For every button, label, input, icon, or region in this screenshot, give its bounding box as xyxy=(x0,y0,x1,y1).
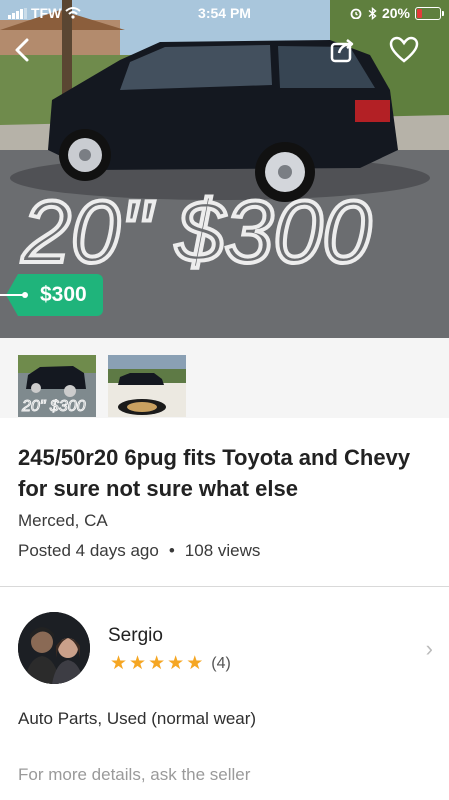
listing-title: 245/50r20 6pug fits Toyota and Chevy for… xyxy=(18,445,411,501)
thumbnail-1-overlay: 20" $300 xyxy=(21,398,86,415)
share-button[interactable] xyxy=(326,34,358,66)
heart-icon xyxy=(389,36,419,63)
battery-icon xyxy=(415,6,444,20)
chevron-left-icon xyxy=(15,38,29,62)
divider xyxy=(0,586,449,587)
alarm-icon xyxy=(350,8,362,19)
battery-percent: 20% xyxy=(381,5,410,21)
star-icon: ★ xyxy=(110,653,128,674)
more-details-note: For more details, ask the seller xyxy=(18,765,251,784)
item-condition: Auto Parts, Used (normal wear) xyxy=(18,709,257,728)
posted-time: Posted 4 days ago xyxy=(18,541,159,560)
star-icon: ★ xyxy=(148,653,166,674)
chevron-right-icon: › xyxy=(425,636,433,661)
share-icon xyxy=(330,39,354,63)
rating-count: (4) xyxy=(211,654,231,672)
avatar[interactable] xyxy=(18,612,90,684)
price-tag: $300 xyxy=(0,274,103,316)
thumbnail-1[interactable]: 20" $300 xyxy=(18,355,96,417)
star-icon: ★ xyxy=(186,653,204,674)
seller-row[interactable]: Sergio ★ ★ ★ ★ ★ (4) › xyxy=(0,592,449,687)
listing-meta: Posted 4 days ago • 108 views xyxy=(18,541,260,561)
favorite-button[interactable] xyxy=(388,34,420,66)
status-bar: TFW 3:54 PM 20% xyxy=(0,0,449,26)
seller-rating: ★ ★ ★ ★ ★ (4) xyxy=(110,652,231,675)
star-icon: ★ xyxy=(129,653,147,674)
listing-location[interactable]: Merced, CA xyxy=(18,511,108,531)
listing-photo[interactable]: 20" $300 TFW 3:54 PM 20% $300 xyxy=(0,0,449,338)
meta-separator: • xyxy=(168,541,175,560)
thumbnail-strip: 20" $300 xyxy=(0,338,449,418)
view-count: 108 views xyxy=(184,541,261,560)
bluetooth-icon xyxy=(368,6,377,20)
seller-name: Sergio xyxy=(108,625,163,646)
price-label: $300 xyxy=(40,283,87,306)
star-icon: ★ xyxy=(167,653,185,674)
thumbnail-2[interactable] xyxy=(108,355,186,417)
back-button[interactable] xyxy=(6,34,38,66)
photo-overlay-text: 20" $300 xyxy=(21,182,371,281)
